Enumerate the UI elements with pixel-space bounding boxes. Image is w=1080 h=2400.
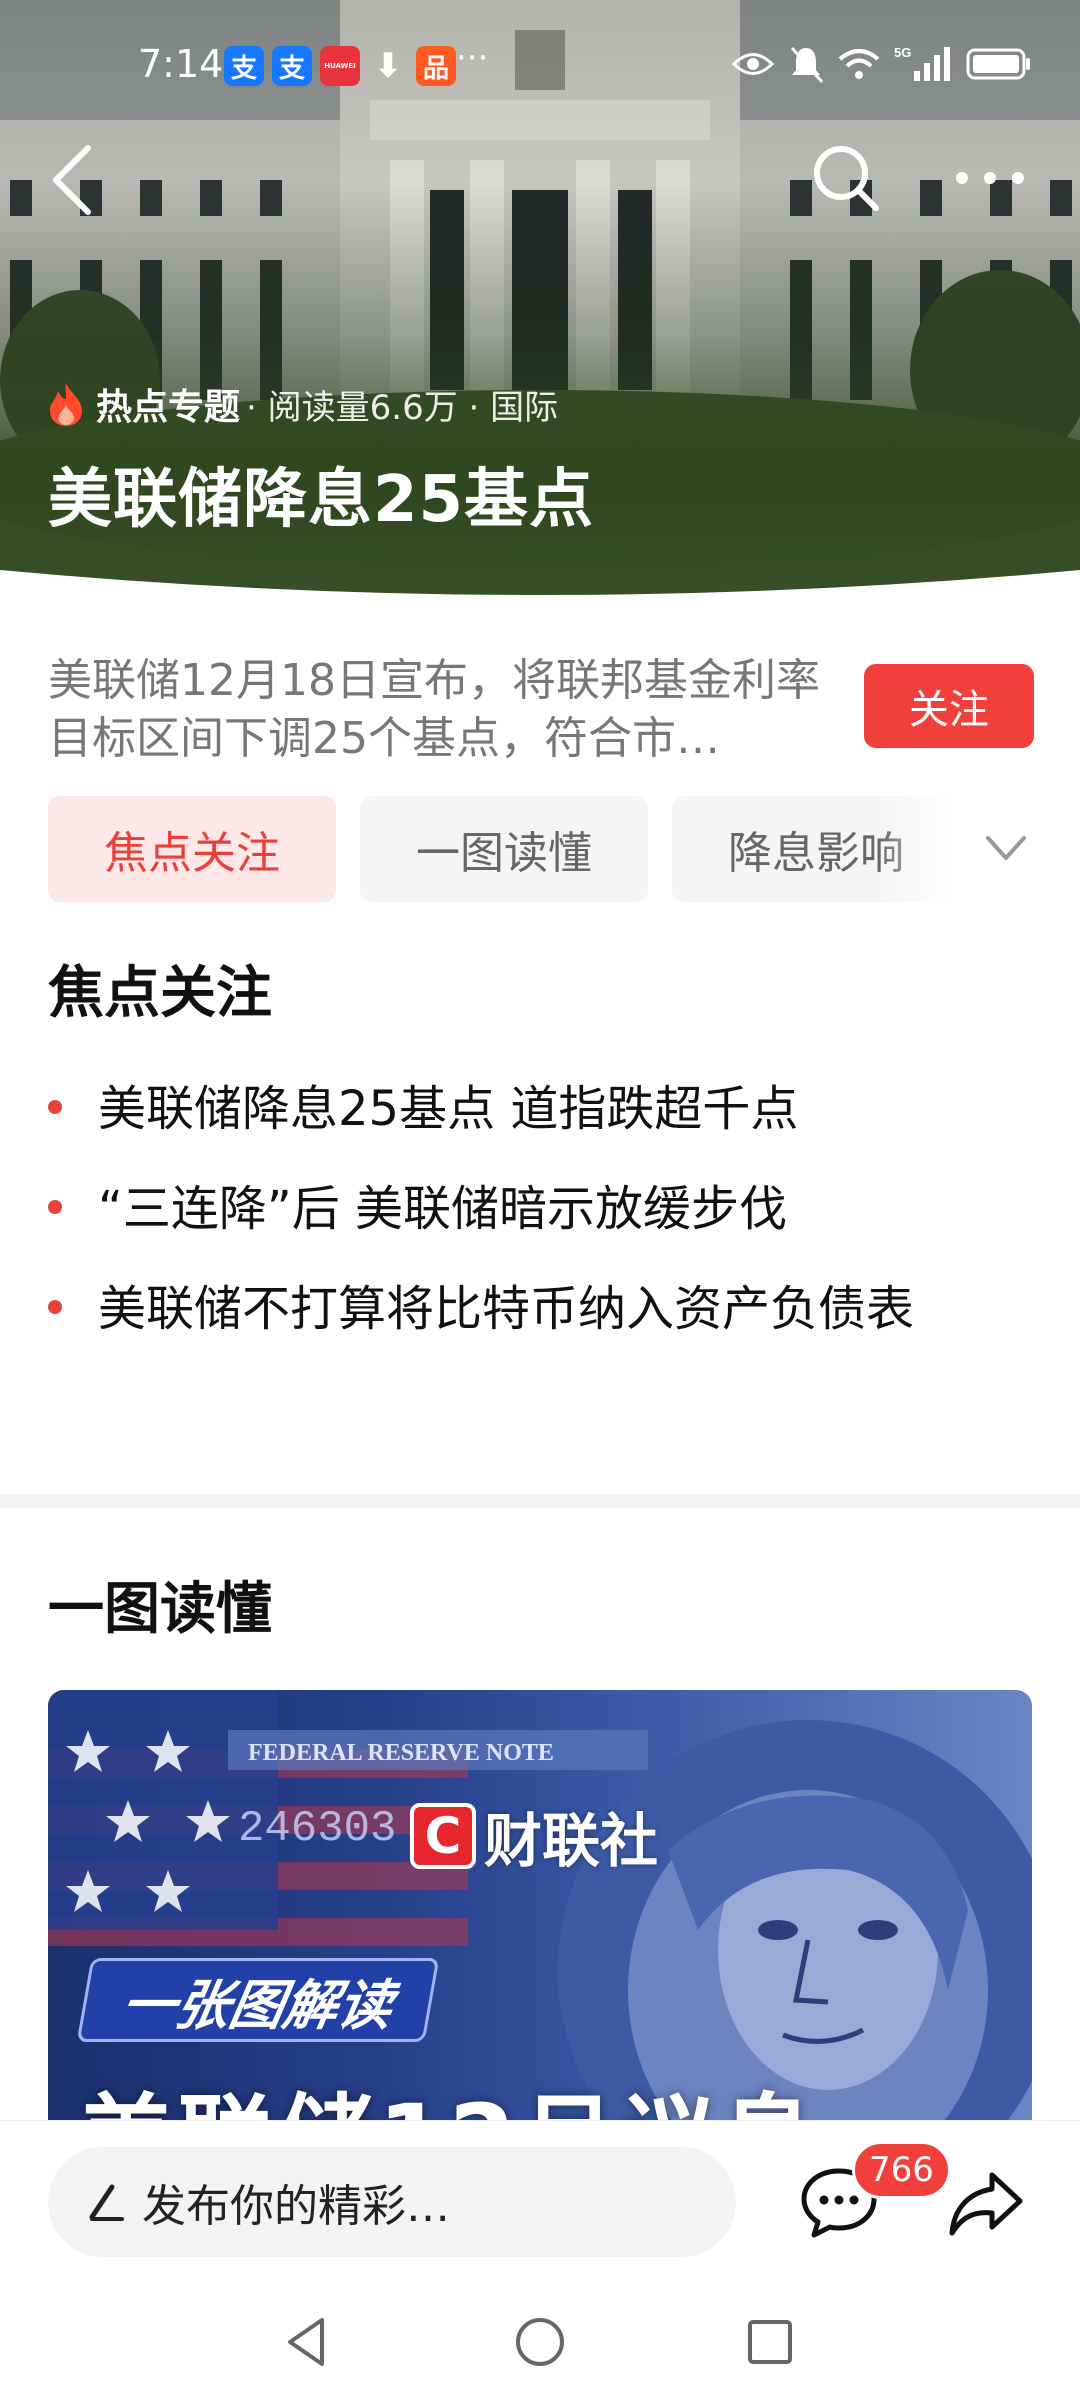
bullet-dot [48, 1200, 62, 1214]
comment-input[interactable]: 发布你的精彩… [48, 2147, 736, 2257]
nav-home-icon[interactable] [510, 2312, 570, 2372]
fire-icon [50, 383, 82, 426]
search-icon[interactable] [810, 142, 882, 214]
cls-logo-icon: C [410, 1803, 476, 1869]
hero-meta: 热点专题 · 阅读量6.6万 · 国际 [46, 376, 558, 432]
download-icon: ⬇ [373, 46, 403, 86]
news-item-title: 美联储降息25基点 道指跌超千点 [98, 1081, 799, 1137]
svg-text:5G: 5G [894, 45, 911, 60]
brand-name: 财联社 [484, 1807, 659, 1875]
topic-meta: · 阅读量6.6万 · 国际 [246, 387, 559, 428]
huawei-store-icon: HUAWEI [320, 46, 360, 86]
signal-5g-icon: 5G [894, 45, 950, 81]
nav-recents-icon[interactable] [740, 2312, 800, 2372]
notification-icons: 支 支 HUAWEI ⬇ 品 [224, 46, 456, 86]
app-gallery-icon: 品 [416, 46, 456, 86]
more-options-icon[interactable] [950, 150, 1030, 206]
note-header-text: FEDERAL RESERVE NOTE [248, 1740, 554, 1766]
status-time: 7:14 [138, 42, 224, 86]
news-item[interactable]: “三连降”后 美联储暗示放缓步伐 [48, 1170, 1008, 1248]
status-bar: 7:14 支 支 HUAWEI ⬇ 品 ··· 5G [0, 38, 1080, 94]
section-title-focus: 焦点关注 [48, 961, 272, 1026]
comment-placeholder: 发布你的精彩… [142, 2181, 450, 2232]
battery-icon [966, 48, 1030, 80]
infographic-headline: 美联储12月议息 [78, 2062, 820, 2120]
topic-label: 热点专题 [96, 387, 241, 428]
chevron-down-icon[interactable] [978, 820, 1034, 876]
alipay-icon: 支 [224, 46, 264, 86]
pen-icon [89, 2184, 124, 2221]
eye-comfort-icon [732, 53, 774, 75]
back-arrow-icon[interactable] [46, 140, 102, 220]
more-notifications-icon: ··· [456, 38, 489, 78]
hero-divider [0, 570, 1080, 610]
share-icon[interactable] [946, 2167, 1026, 2243]
nav-back-icon[interactable] [278, 2312, 338, 2372]
news-item[interactable]: 美联储降息25基点 道指跌超千点 [48, 1070, 1008, 1148]
system-navigation-bar [0, 2280, 1080, 2400]
section-tabs: 焦点关注 一图读懂 降息影响 [48, 796, 948, 902]
system-status-icons: 5G [732, 44, 1032, 84]
note-serial: 246303 [238, 1804, 396, 1854]
brand-logo: C 财联社 [410, 1796, 658, 1876]
tab-infographic[interactable]: 一图读懂 [360, 796, 648, 902]
infographic-card[interactable]: FEDERAL RESERVE NOTE 246303 C 财联社 一张图解读 … [48, 1690, 1032, 2120]
news-item-title: “三连降”后 美联储暗示放缓步伐 [98, 1181, 787, 1237]
focus-news-list: 美联储降息25基点 道指跌超千点 “三连降”后 美联储暗示放缓步伐 美联储不打算… [48, 1070, 1008, 1382]
banknote-background-image: FEDERAL RESERVE NOTE 246303 [48, 1690, 1032, 2120]
topic-summary: 美联储12月18日宣布，将联邦基金利率目标区间下调25个基点，符合市… [48, 655, 820, 764]
hero-banner: 7:14 支 支 HUAWEI ⬇ 品 ··· 5G 热点专题 · 阅读量6.6… [0, 0, 1080, 610]
bullet-dot [48, 1100, 62, 1114]
wifi-icon [838, 49, 880, 79]
news-item[interactable]: 美联储不打算将比特币纳入资产负债表 [48, 1270, 1008, 1348]
mute-icon [790, 47, 824, 83]
section-divider [0, 1494, 1080, 1508]
follow-button[interactable]: 关注 [864, 664, 1034, 748]
news-item-title: 美联储不打算将比特币纳入资产负债表 [98, 1281, 915, 1337]
comment-bar: 发布你的精彩… 766 [0, 2120, 1080, 2280]
section-title-infographic: 一图读懂 [48, 1577, 272, 1642]
infographic-badge: 一张图解读 [76, 1958, 440, 2042]
alipay-icon: 支 [272, 46, 312, 86]
page-title: 美联储降息25基点 [48, 463, 595, 537]
tab-focus[interactable]: 焦点关注 [48, 796, 336, 902]
bullet-dot [48, 1300, 62, 1314]
comment-count-badge: 766 [852, 2141, 951, 2199]
